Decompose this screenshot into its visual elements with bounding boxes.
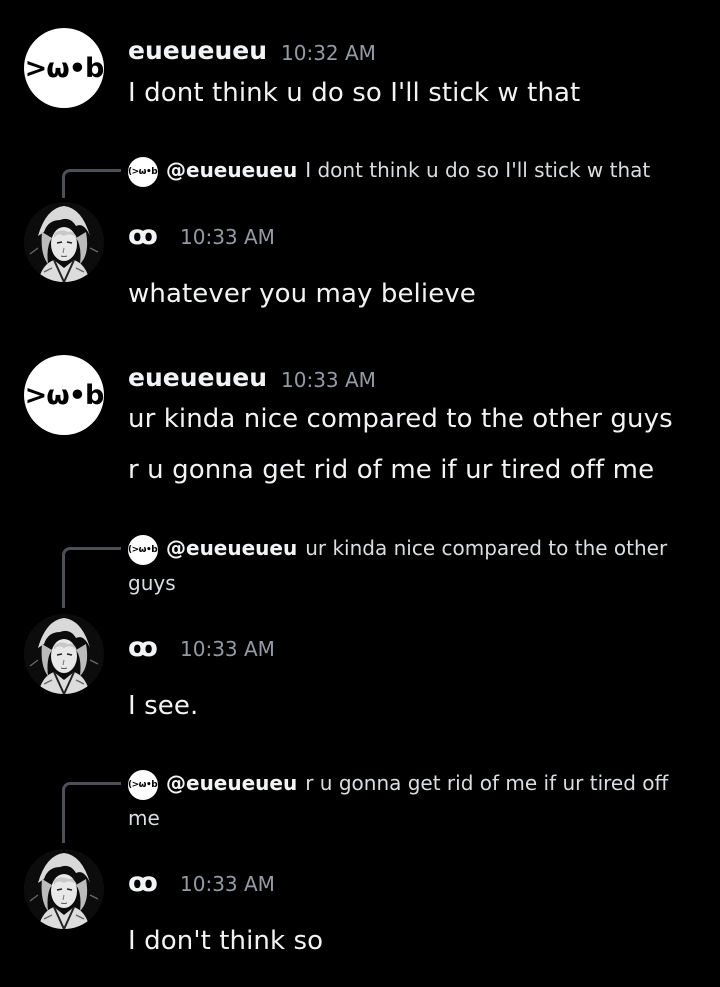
message-timestamp: 10:33 AM bbox=[180, 637, 275, 661]
message-timestamp: 10:33 AM bbox=[180, 225, 275, 249]
user-avatar-infinity[interactable] bbox=[24, 614, 104, 694]
anime-portrait-avatar-icon bbox=[24, 849, 104, 929]
user-avatar-infinity[interactable] bbox=[24, 849, 104, 929]
message-text: whatever you may believe bbox=[128, 279, 476, 309]
reply-avatar-icon: (>ω•b) bbox=[128, 156, 161, 187]
reply-connector-icon bbox=[62, 547, 121, 608]
reply-avatar-icon: (>ω•b) bbox=[128, 534, 161, 565]
reply-preview[interactable]: (>ω•b) @eueueueu r u gonna get rid of me i… bbox=[128, 766, 684, 836]
message-text: ur kinda nice compared to the other guys bbox=[128, 404, 673, 434]
message-timestamp: 10:33 AM bbox=[281, 368, 376, 392]
message-text: r u gonna get rid of me if ur tired off … bbox=[128, 455, 655, 485]
reply-connector-icon bbox=[62, 782, 121, 843]
user-avatar-eueueueu[interactable]: (>ω•b) bbox=[24, 355, 104, 435]
message-author[interactable]: ꝏ bbox=[128, 634, 158, 661]
message-text: I dont think u do so I'll stick w that bbox=[128, 78, 581, 108]
message-author[interactable]: ꝏ bbox=[128, 222, 158, 249]
reply-connector-icon bbox=[62, 169, 121, 198]
reply-snippet: I dont think u do so I'll stick w that bbox=[305, 158, 651, 182]
message-author[interactable]: ꝏ bbox=[128, 869, 158, 896]
message-timestamp: 10:33 AM bbox=[180, 872, 275, 896]
message-text: I see. bbox=[128, 691, 199, 721]
reply-mention[interactable]: @eueueueu bbox=[166, 158, 297, 182]
avatar-kaomoji-text: (>ω•b) bbox=[24, 379, 104, 411]
message-author[interactable]: eueueueu bbox=[128, 363, 267, 392]
message-text: I don't think so bbox=[128, 926, 324, 956]
message-author[interactable]: eueueueu bbox=[128, 36, 267, 65]
user-avatar-eueueueu[interactable]: (>ω•b) bbox=[24, 28, 104, 108]
user-avatar-infinity[interactable] bbox=[24, 202, 104, 282]
message-timestamp: 10:32 AM bbox=[281, 41, 376, 65]
anime-portrait-avatar-icon bbox=[24, 202, 104, 282]
reply-preview[interactable]: (>ω•b) @eueueueu ur kinda nice compared to… bbox=[128, 531, 684, 601]
reply-mention[interactable]: @eueueueu bbox=[166, 771, 297, 795]
anime-portrait-avatar-icon bbox=[24, 614, 104, 694]
reply-mention[interactable]: @eueueueu bbox=[166, 536, 297, 560]
avatar-kaomoji-text: (>ω•b) bbox=[24, 52, 104, 84]
reply-preview[interactable]: (>ω•b) @eueueueu I dont think u do so I'll… bbox=[128, 153, 684, 188]
reply-avatar-icon: (>ω•b) bbox=[128, 769, 161, 800]
